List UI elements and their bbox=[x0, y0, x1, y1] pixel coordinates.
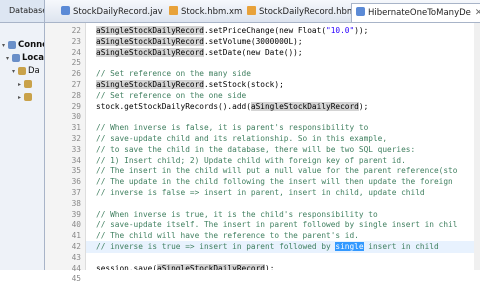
line-number: 37 bbox=[71, 188, 81, 197]
highlighted-occurrence: single bbox=[335, 242, 364, 251]
code-comment: // The update in the child following the… bbox=[96, 177, 453, 187]
highlighted-occurrence: aSingleStockDailyRecord bbox=[250, 101, 359, 111]
code-comment: // save-update child and its relationshi… bbox=[96, 134, 388, 143]
code-line[interactable]: // inverse is true => insert in parent f… bbox=[86, 241, 480, 253]
java-file-icon bbox=[61, 6, 70, 15]
xml-file-icon bbox=[247, 6, 256, 15]
line-number: 39 bbox=[71, 209, 81, 219]
code-text: ); bbox=[358, 101, 369, 111]
database-icon bbox=[12, 53, 20, 62]
code-text: ); bbox=[265, 263, 275, 270]
code-text: .setVolume(3000000L); bbox=[203, 36, 303, 46]
line-number: 27 bbox=[71, 80, 81, 89]
line-number: 43 bbox=[71, 252, 81, 262]
line-number: 41 bbox=[71, 231, 81, 241]
database-tab[interactable]: Database bbox=[0, 0, 44, 23]
code-comment: // to save the child in the database, th… bbox=[96, 144, 416, 154]
database-icon bbox=[24, 79, 32, 88]
line-number: 32 bbox=[71, 134, 81, 143]
editor-tab[interactable]: StockDailyRecord.jav bbox=[57, 3, 165, 21]
line-number: 24 bbox=[71, 47, 81, 57]
highlighted-occurrence: aSingleStockDailyRecord bbox=[96, 26, 204, 35]
editor-tab-label: StockDailyRecord.hbm bbox=[259, 7, 351, 17]
string-literal: "10.0" bbox=[326, 26, 355, 35]
code-editor[interactable]: aSingleStockDailyRecord.setPriceChange(n… bbox=[86, 23, 480, 270]
code-comment: // The insert in the child will put a nu… bbox=[96, 166, 458, 176]
tree-item[interactable]: ▾ Local bbox=[6, 53, 45, 65]
code-text: stock.getStockDailyRecords().add( bbox=[96, 101, 251, 111]
line-number: 44 bbox=[71, 263, 81, 273]
code-comment: // inverse is false => insert in parent,… bbox=[96, 188, 425, 197]
line-number: 31 bbox=[71, 123, 81, 133]
editor-tab-label: HibernateOneToManyDe bbox=[368, 8, 471, 18]
tree-item[interactable]: ▸ bbox=[18, 92, 34, 104]
code-text: )); bbox=[354, 26, 369, 35]
code-comment: // save-update itself. The insert in par… bbox=[96, 220, 458, 230]
database-explorer-panel: Database ▾Connectio▾Local▾Da▸▸ bbox=[0, 0, 45, 270]
code-comment: // 1) Insert child; 2) Update child with… bbox=[96, 155, 406, 165]
highlighted-occurrence: aSingleStockDailyRecord bbox=[157, 263, 265, 270]
line-number: 23 bbox=[71, 36, 81, 46]
code-text: .setDate(new Date()); bbox=[203, 47, 303, 57]
line-number: 30 bbox=[71, 112, 81, 122]
overview-ruler[interactable] bbox=[474, 23, 480, 270]
line-number: 35 bbox=[71, 166, 81, 176]
line-number: 26 bbox=[71, 69, 81, 79]
tree-item[interactable]: ▾Connectio bbox=[2, 40, 44, 52]
code-text: session.save( bbox=[96, 263, 158, 270]
tree-item[interactable]: ▸ bbox=[18, 79, 34, 91]
line-number: 25 bbox=[71, 58, 81, 68]
line-number: 40 bbox=[71, 220, 81, 230]
close-tab-icon[interactable]: ✕ bbox=[475, 4, 480, 22]
tree-item-label: Local bbox=[22, 53, 45, 63]
code-comment: insert in child bbox=[363, 242, 439, 251]
code-line[interactable]: // inverse is false => insert in parent,… bbox=[96, 187, 425, 199]
line-number: 33 bbox=[71, 144, 81, 154]
editor-tab-label: StockDailyRecord.jav bbox=[73, 7, 163, 17]
line-number: 28 bbox=[71, 90, 81, 100]
line-number: 38 bbox=[71, 198, 81, 208]
xml-file-icon bbox=[169, 6, 178, 15]
java-file-icon bbox=[356, 7, 365, 16]
tree-item[interactable]: ▾ Da bbox=[12, 66, 40, 78]
line-number: 42 bbox=[71, 242, 81, 251]
tree-item-label: Connectio bbox=[18, 40, 44, 50]
code-comment: // Set reference on the one side bbox=[96, 90, 247, 100]
editor-tab[interactable]: HibernateOneToManyDe ✕ bbox=[351, 3, 480, 22]
code-line[interactable]: session.save(aSingleStockDailyRecord); bbox=[96, 263, 274, 270]
line-number: 34 bbox=[71, 155, 81, 165]
line-number: 29 bbox=[71, 101, 81, 111]
line-number: 22 bbox=[71, 26, 81, 35]
code-text: .setStock(stock); bbox=[203, 80, 284, 89]
database-tab-label: Database bbox=[9, 6, 45, 15]
highlighted-occurrence: aSingleStockDailyRecord bbox=[96, 47, 204, 57]
code-line[interactable]: stock.getStockDailyRecords().add(aSingle… bbox=[96, 101, 368, 113]
code-comment: // The child will have the reference to … bbox=[96, 231, 359, 241]
editor-tab-label: Stock.hbm.xml bbox=[181, 7, 243, 17]
highlighted-occurrence: aSingleStockDailyRecord bbox=[96, 80, 204, 89]
line-number-gutter: 22 23 24 25 26 27 28 29 30 31 32 33 34 35 36 37 38 39 40 41… bbox=[45, 23, 86, 283]
code-comment: // Set reference on the many side bbox=[96, 69, 251, 79]
code-comment: // When inverse is true, it is the child… bbox=[96, 209, 378, 219]
editor-tab-bar: StockDailyRecord.jav Stock.hbm.xml StockDa… bbox=[45, 0, 480, 23]
database-icon bbox=[24, 92, 32, 101]
code-line[interactable]: aSingleStockDailyRecord.setDate(new Date… bbox=[96, 47, 303, 59]
line-number: 36 bbox=[71, 177, 81, 187]
editor-tab[interactable]: Stock.hbm.xml bbox=[165, 3, 243, 21]
line-number: 45 bbox=[71, 274, 81, 283]
code-text: .setPriceChange(new Float( bbox=[203, 26, 327, 35]
database-icon bbox=[8, 40, 16, 49]
code-comment: // When inverse is false, it is parent's… bbox=[96, 123, 369, 133]
tree-item-label: Da bbox=[28, 66, 40, 76]
database-icon bbox=[18, 66, 26, 75]
editor-tab[interactable]: StockDailyRecord.hbm bbox=[243, 3, 351, 21]
code-comment: // inverse is true => insert in parent f… bbox=[96, 242, 336, 251]
highlighted-occurrence: aSingleStockDailyRecord bbox=[96, 36, 204, 46]
